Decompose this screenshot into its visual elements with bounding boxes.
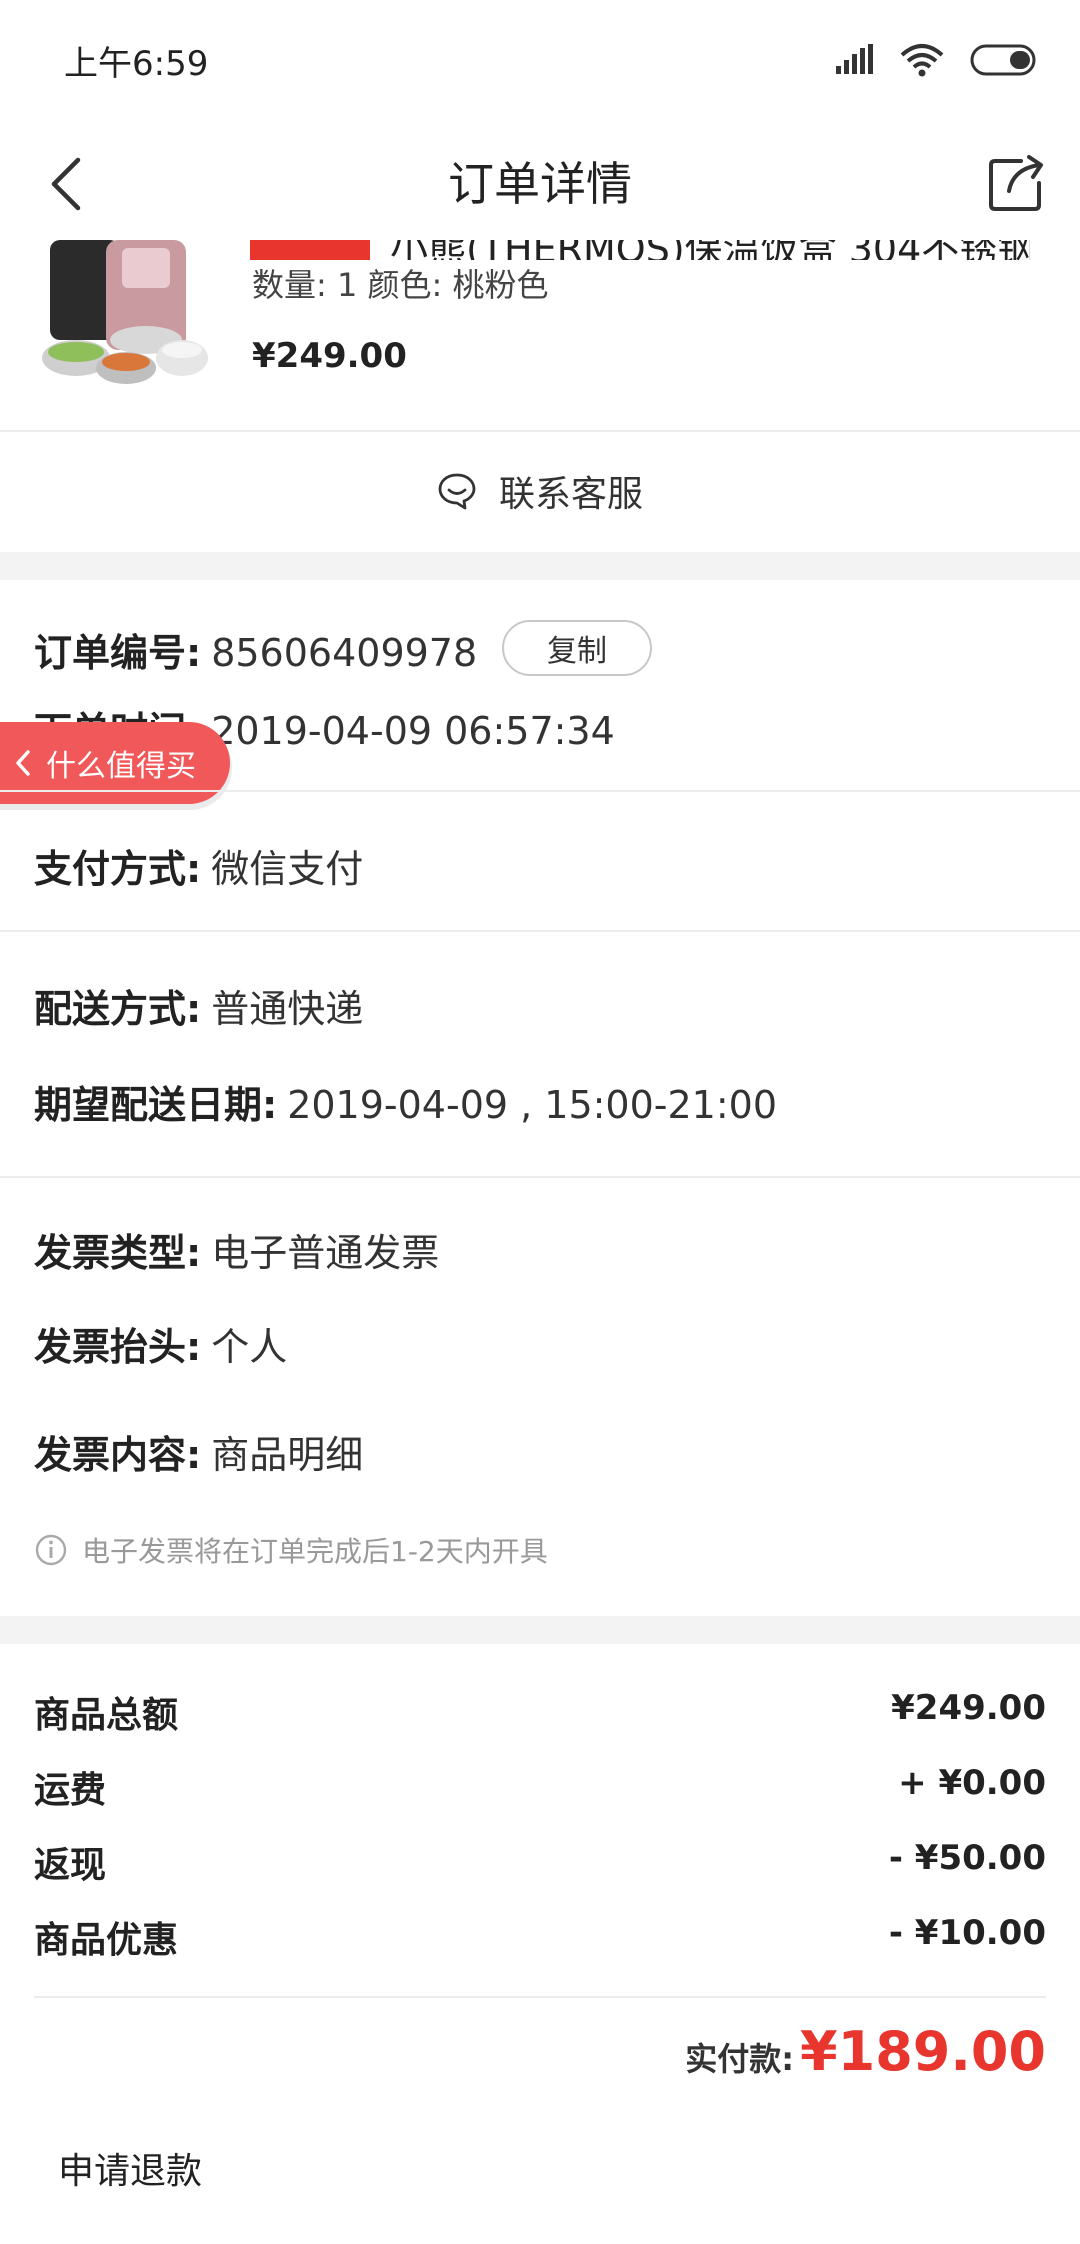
page-title: 订单详情 xyxy=(448,157,632,211)
divider xyxy=(0,1176,1080,1178)
product-item[interactable]: 小熊(THERMOS)保温饭盒 304不锈钢 数量: 1 颜色: 桃粉色 ¥24… xyxy=(0,240,1080,432)
paid-value: ¥189.00 xyxy=(800,2020,1046,2083)
product-image xyxy=(36,240,222,390)
bottom-bar: 申请退款 xyxy=(0,2092,1080,2244)
payment-row: 支付方式: 微信支付 xyxy=(34,838,363,893)
summary-label: 运费 xyxy=(34,1770,107,1811)
product-title: 小熊(THERMOS)保温饭盒 304不锈钢 xyxy=(250,240,1030,260)
delivery-date-label: 期望配送日期: xyxy=(34,1083,278,1127)
divider xyxy=(0,930,1080,932)
invoice-type-row: 发票类型: 电子普通发票 xyxy=(34,1222,439,1277)
divider xyxy=(34,1996,1046,1998)
section-separator xyxy=(0,552,1080,580)
summary-label: 返现 xyxy=(34,1845,107,1886)
share-button[interactable] xyxy=(974,140,1060,226)
summary-label: 商品优惠 xyxy=(34,1920,179,1961)
summary-label: 商品总额 xyxy=(34,1695,179,1736)
paid-amount-row: 实付款: ¥189.00 xyxy=(685,2020,1046,2083)
delivery-date-value: 2019-04-09 , 15:00-21:00 xyxy=(287,1083,778,1127)
invoice-type-label: 发票类型: xyxy=(34,1231,202,1275)
invoice-note: 电子发票将在订单完成后1-2天内开具 xyxy=(34,1530,548,1570)
delivery-method-row: 配送方式: 普通快递 xyxy=(34,978,363,1033)
back-button[interactable] xyxy=(26,144,106,224)
order-number-value: 85606409978 xyxy=(211,631,478,675)
product-tag xyxy=(250,240,370,260)
order-number-row: 订单编号: 85606409978 xyxy=(34,622,477,677)
invoice-note-text: 电子发票将在订单完成后1-2天内开具 xyxy=(82,1535,548,1568)
summary-value: - ¥50.00 xyxy=(888,1838,1046,1878)
nav-bar: 订单详情 xyxy=(0,120,1080,240)
price-summary: 商品总额 ¥249.00 运费 + ¥0.00 返现 - ¥50.00 商品优惠… xyxy=(0,1644,1080,2004)
invoice-title-row: 发票抬头: 个人 xyxy=(34,1316,287,1371)
battery-icon xyxy=(970,44,1036,76)
product-title-text: 小熊(THERMOS)保温饭盒 304不锈钢 xyxy=(390,240,1030,260)
order-time-value: 2019-04-09 06:57:34 xyxy=(211,709,615,753)
chevron-left-icon xyxy=(16,750,30,776)
product-spec: 数量: 1 颜色: 桃粉色 xyxy=(252,266,549,304)
status-time: 上午6:59 xyxy=(64,44,209,84)
contact-service-button[interactable]: 联系客服 xyxy=(0,432,1080,550)
delivery-date-row: 期望配送日期: 2019-04-09 , 15:00-21:00 xyxy=(34,1074,777,1129)
delivery-method-value: 普通快递 xyxy=(211,987,364,1031)
invoice-content-value: 商品明细 xyxy=(211,1433,364,1477)
paid-label: 实付款: xyxy=(685,2040,795,2078)
summary-value: + ¥0.00 xyxy=(898,1763,1046,1803)
contact-service-label: 联系客服 xyxy=(498,474,643,515)
invoice-title-value: 个人 xyxy=(211,1325,288,1369)
signal-icon xyxy=(836,44,873,74)
payment-value: 微信支付 xyxy=(211,847,364,891)
info-icon xyxy=(35,1534,67,1566)
invoice-content-label: 发票内容: xyxy=(34,1433,202,1477)
status-icons xyxy=(834,40,1040,80)
order-number-label: 订单编号: xyxy=(34,631,202,675)
copy-button[interactable]: 复制 xyxy=(502,620,652,676)
invoice-type-value: 电子普通发票 xyxy=(211,1231,440,1275)
invoice-title-label: 发票抬头: xyxy=(34,1325,202,1369)
chat-bubble-icon xyxy=(438,473,476,510)
share-icon xyxy=(989,155,1043,211)
chevron-left-icon xyxy=(51,157,81,211)
product-price: ¥249.00 xyxy=(252,336,407,376)
divider xyxy=(0,790,1080,792)
summary-value: ¥249.00 xyxy=(891,1688,1046,1728)
refund-button[interactable]: 申请退款 xyxy=(58,2142,202,2194)
section-separator xyxy=(0,1616,1080,1644)
invoice-content-row: 发票内容: 商品明细 xyxy=(34,1424,363,1479)
summary-value: - ¥10.00 xyxy=(888,1913,1046,1953)
floating-tab-label: 什么值得买 xyxy=(46,749,196,784)
payment-label: 支付方式: xyxy=(34,847,202,891)
status-bar: 上午6:59 xyxy=(0,0,1080,120)
wifi-icon xyxy=(900,44,944,77)
delivery-method-label: 配送方式: xyxy=(34,987,202,1031)
